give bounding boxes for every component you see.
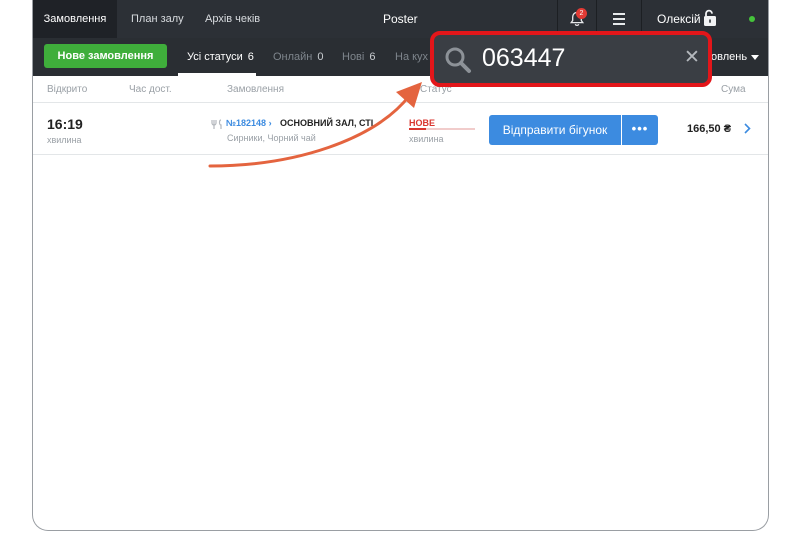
chevron-right-icon[interactable]: [744, 123, 751, 134]
column-header-delivery-time: Час дост.: [129, 84, 172, 95]
filter-count: 0: [317, 51, 324, 63]
notification-badge: 2: [576, 8, 587, 19]
send-ticket-button[interactable]: Відправити бігунок: [489, 115, 621, 145]
filter-label: Онлайн: [273, 51, 313, 63]
column-header-sum: Сума: [721, 84, 746, 95]
filter-label: Нові: [342, 51, 365, 63]
filter-count: 6: [369, 51, 376, 63]
search-icon: [445, 47, 471, 73]
column-header-opened: Відкрито: [47, 84, 88, 95]
close-icon[interactable]: ✕: [684, 48, 700, 67]
order-open-time-sub: хвилина: [47, 135, 82, 145]
tab-floor-plan[interactable]: План залу: [131, 0, 184, 38]
new-order-button[interactable]: Нове замовлення: [44, 44, 167, 68]
app-title: Poster: [383, 12, 418, 26]
search-highlight-box: 063447 ✕: [430, 31, 712, 87]
tab-receipts-archive[interactable]: Архів чеків: [205, 0, 260, 38]
filter-label: На кух: [395, 51, 429, 63]
tab-orders[interactable]: Замовлення: [33, 0, 117, 38]
online-status-indicator: [749, 16, 755, 22]
more-actions-button[interactable]: •••: [622, 115, 658, 145]
filter-label: Усі статуси: [187, 51, 243, 63]
menu-icon[interactable]: [613, 13, 625, 28]
order-sum: 166,50 ₴: [687, 123, 732, 135]
search-input[interactable]: 063447: [482, 44, 565, 73]
sort-dropdown[interactable]: овлень: [711, 38, 760, 76]
sort-label: овлень: [711, 51, 748, 63]
chevron-down-icon: [751, 54, 760, 60]
filter-count: 6: [247, 51, 254, 63]
order-open-time: 16:19: [47, 116, 83, 132]
unlock-icon[interactable]: [703, 9, 717, 27]
annotation-arrow-icon: [208, 82, 422, 168]
